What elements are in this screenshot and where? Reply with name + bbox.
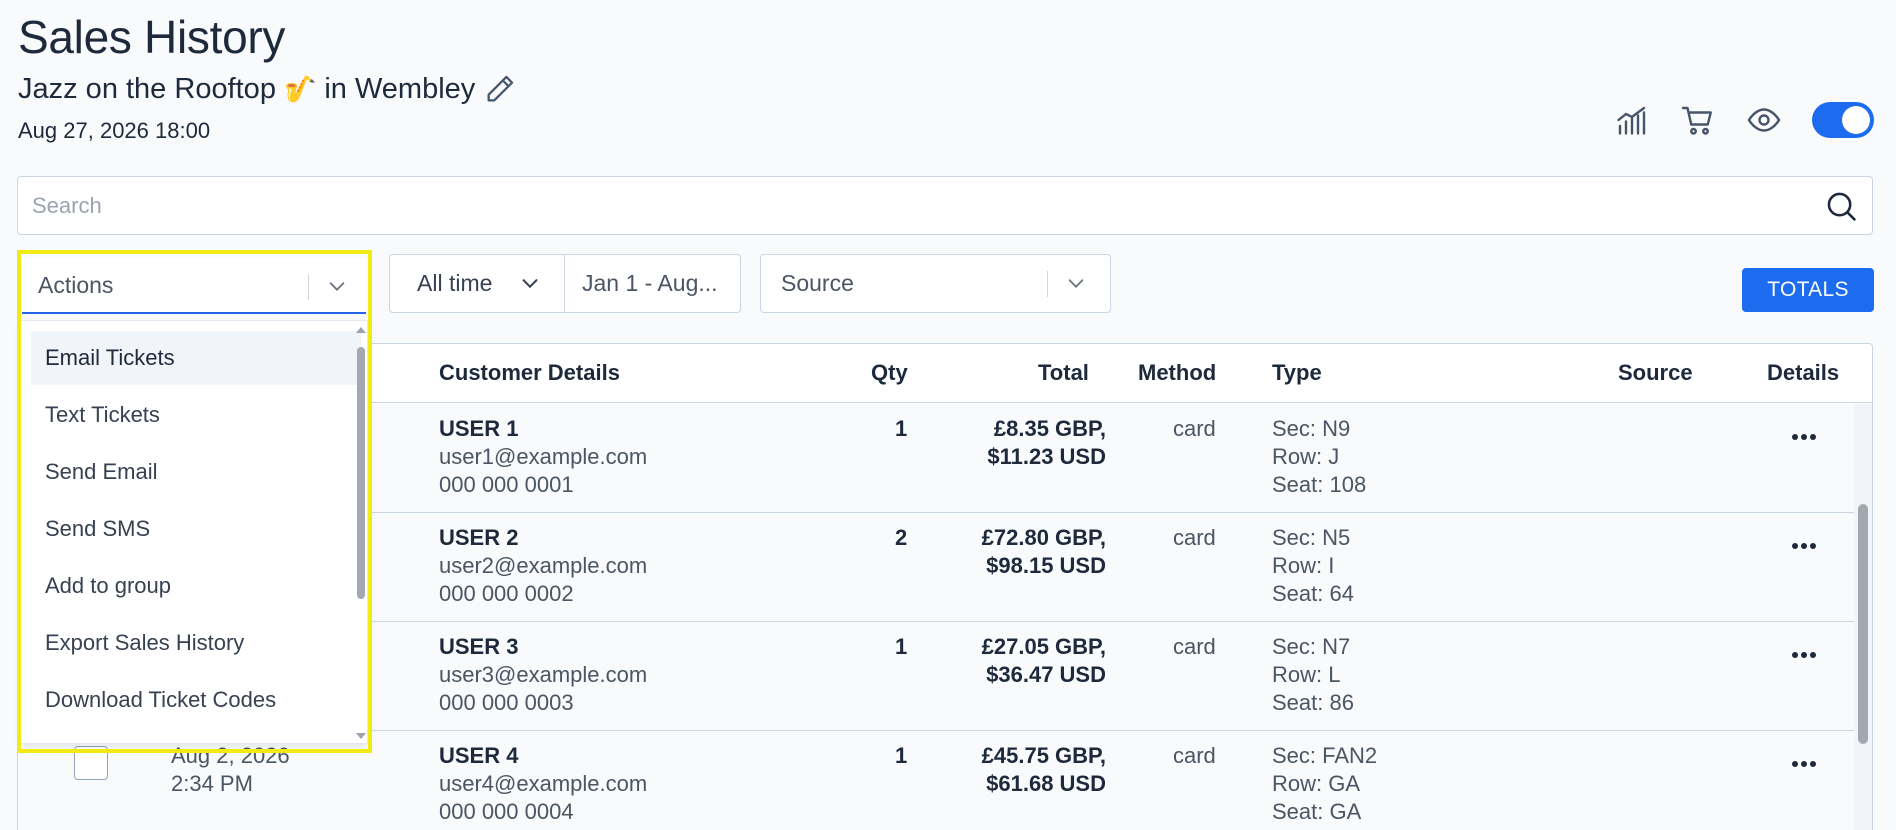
menu-item-email-tickets[interactable]: Email Tickets: [31, 331, 361, 385]
col-total[interactable]: Total: [1038, 360, 1089, 386]
customer-phone: 000 000 0002: [439, 581, 574, 606]
total-usd: $98.15 USD: [986, 553, 1106, 578]
source-select-label: Source: [781, 270, 854, 296]
customer-name: USER 2: [439, 525, 519, 550]
seat-section: Sec: N5: [1272, 525, 1351, 550]
date-range-label: Jan 1 - Aug...: [582, 270, 718, 296]
customer-name: USER 3: [439, 634, 519, 659]
more-options-icon[interactable]: [1792, 645, 1822, 658]
time-range-label: All time: [417, 270, 493, 296]
payment-method: card: [1173, 525, 1216, 550]
total-gbp: £8.35 GBP,: [993, 416, 1106, 441]
total-usd: $11.23 USD: [987, 444, 1106, 469]
menu-item-export-sales-history[interactable]: Export Sales History: [31, 616, 361, 670]
select-divider: [1047, 271, 1048, 297]
visibility-toggle[interactable]: [1812, 102, 1874, 138]
customer-name: USER 4: [439, 743, 519, 768]
menu-item-add-to-group[interactable]: Add to group: [31, 559, 361, 613]
event-datetime: Aug 27, 2026 18:00: [18, 118, 211, 143]
cart-icon[interactable]: [1680, 102, 1716, 138]
date-range-picker[interactable]: Jan 1 - Aug...: [565, 255, 741, 312]
seat-number: Seat: 108: [1272, 472, 1367, 497]
seat-number: Seat: 64: [1272, 581, 1354, 606]
col-type[interactable]: Type: [1272, 360, 1322, 386]
seat-section: Sec: FAN2: [1272, 743, 1378, 768]
customer-name: USER 1: [439, 416, 519, 441]
seat-row: Row: L: [1272, 662, 1341, 687]
more-options-icon[interactable]: [1792, 536, 1822, 549]
col-method[interactable]: Method: [1138, 360, 1216, 386]
customer-email: user1@example.com: [439, 444, 648, 469]
search-bar: [17, 176, 1873, 235]
actions-dropdown-menu: Email Tickets Text Tickets Send Email Se…: [20, 320, 368, 744]
chevron-down-icon: [329, 282, 345, 291]
chevron-down-icon: [1068, 279, 1084, 288]
customer-phone: 000 000 0003: [439, 690, 574, 715]
seat-row: Row: GA: [1272, 771, 1361, 796]
menu-item-send-email[interactable]: Send Email: [31, 445, 361, 499]
sale-time: 2:34 PM: [171, 771, 253, 796]
seat-section: Sec: N7: [1272, 634, 1351, 659]
toolbar-icons: [1614, 102, 1874, 138]
customer-phone: 000 000 0004: [439, 799, 574, 824]
saxophone-icon: 🎷: [283, 73, 317, 104]
actions-select[interactable]: Actions: [22, 258, 366, 314]
total-gbp: £45.75 GBP,: [981, 743, 1106, 768]
sale-date: Aug 2, 2026: [171, 743, 290, 768]
menu-item-download-ticket-codes[interactable]: Download Ticket Codes: [31, 673, 361, 727]
seat-number: Seat: 86: [1272, 690, 1354, 715]
row-checkbox[interactable]: [74, 746, 108, 780]
event-location: in Wembley: [324, 72, 476, 105]
col-qty[interactable]: Qty: [871, 360, 908, 386]
menu-item-send-sms[interactable]: Send SMS: [31, 502, 361, 556]
total-gbp: £27.05 GBP,: [981, 634, 1106, 659]
time-range-select[interactable]: All time: [390, 255, 565, 312]
col-customer-details[interactable]: Customer Details: [439, 360, 620, 386]
scroll-down-arrow-icon[interactable]: [356, 733, 366, 739]
qty-value: 1: [895, 416, 908, 441]
event-name: Jazz on the Rooftop 🎷 in Wembley: [18, 72, 517, 106]
seat-section: Sec: N9: [1272, 416, 1351, 441]
select-divider: [308, 274, 309, 300]
time-filter: All time Jan 1 - Aug...: [389, 254, 741, 313]
search-input[interactable]: [32, 192, 1824, 219]
qty-value: 1: [895, 634, 908, 659]
qty-value: 2: [895, 525, 908, 550]
customer-email: user4@example.com: [439, 771, 648, 796]
more-options-icon[interactable]: [1792, 754, 1822, 767]
eye-icon[interactable]: [1746, 102, 1782, 138]
payment-method: card: [1173, 416, 1216, 441]
total-gbp: £72.80 GBP,: [981, 525, 1106, 550]
source-select[interactable]: Source: [760, 254, 1111, 313]
seat-row: Row: J: [1272, 444, 1340, 469]
customer-email: user2@example.com: [439, 553, 648, 578]
chart-icon[interactable]: [1614, 102, 1650, 138]
dropdown-scrollbar-thumb[interactable]: [357, 347, 365, 599]
payment-method: card: [1173, 743, 1216, 768]
qty-value: 1: [895, 743, 908, 768]
payment-method: card: [1173, 634, 1216, 659]
total-usd: $36.47 USD: [986, 662, 1106, 687]
more-options-icon[interactable]: [1792, 427, 1822, 440]
col-details[interactable]: Details: [1767, 360, 1839, 386]
col-source[interactable]: Source: [1618, 360, 1693, 386]
page-title: Sales History: [18, 11, 286, 63]
table-scrollbar[interactable]: [1854, 404, 1872, 830]
totals-button[interactable]: TOTALS: [1742, 268, 1874, 312]
seat-number: Seat: GA: [1272, 799, 1362, 824]
edit-pencil-icon[interactable]: [483, 72, 517, 106]
table-scrollbar-thumb[interactable]: [1858, 504, 1868, 744]
actions-label: Actions: [38, 271, 114, 298]
customer-phone: 000 000 0001: [439, 472, 574, 497]
toggle-knob: [1842, 106, 1870, 134]
event-title: Jazz on the Rooftop: [18, 72, 276, 105]
chevron-down-icon: [522, 279, 538, 289]
seat-row: Row: I: [1272, 553, 1335, 578]
menu-item-text-tickets[interactable]: Text Tickets: [31, 388, 361, 442]
scroll-up-arrow-icon[interactable]: [356, 327, 366, 333]
total-usd: $61.68 USD: [986, 771, 1106, 796]
table-row[interactable]: Aug 2, 2026 2:34 PM USER 4 user4@example…: [18, 731, 1856, 830]
search-icon[interactable]: [1824, 189, 1858, 223]
customer-email: user3@example.com: [439, 662, 648, 687]
